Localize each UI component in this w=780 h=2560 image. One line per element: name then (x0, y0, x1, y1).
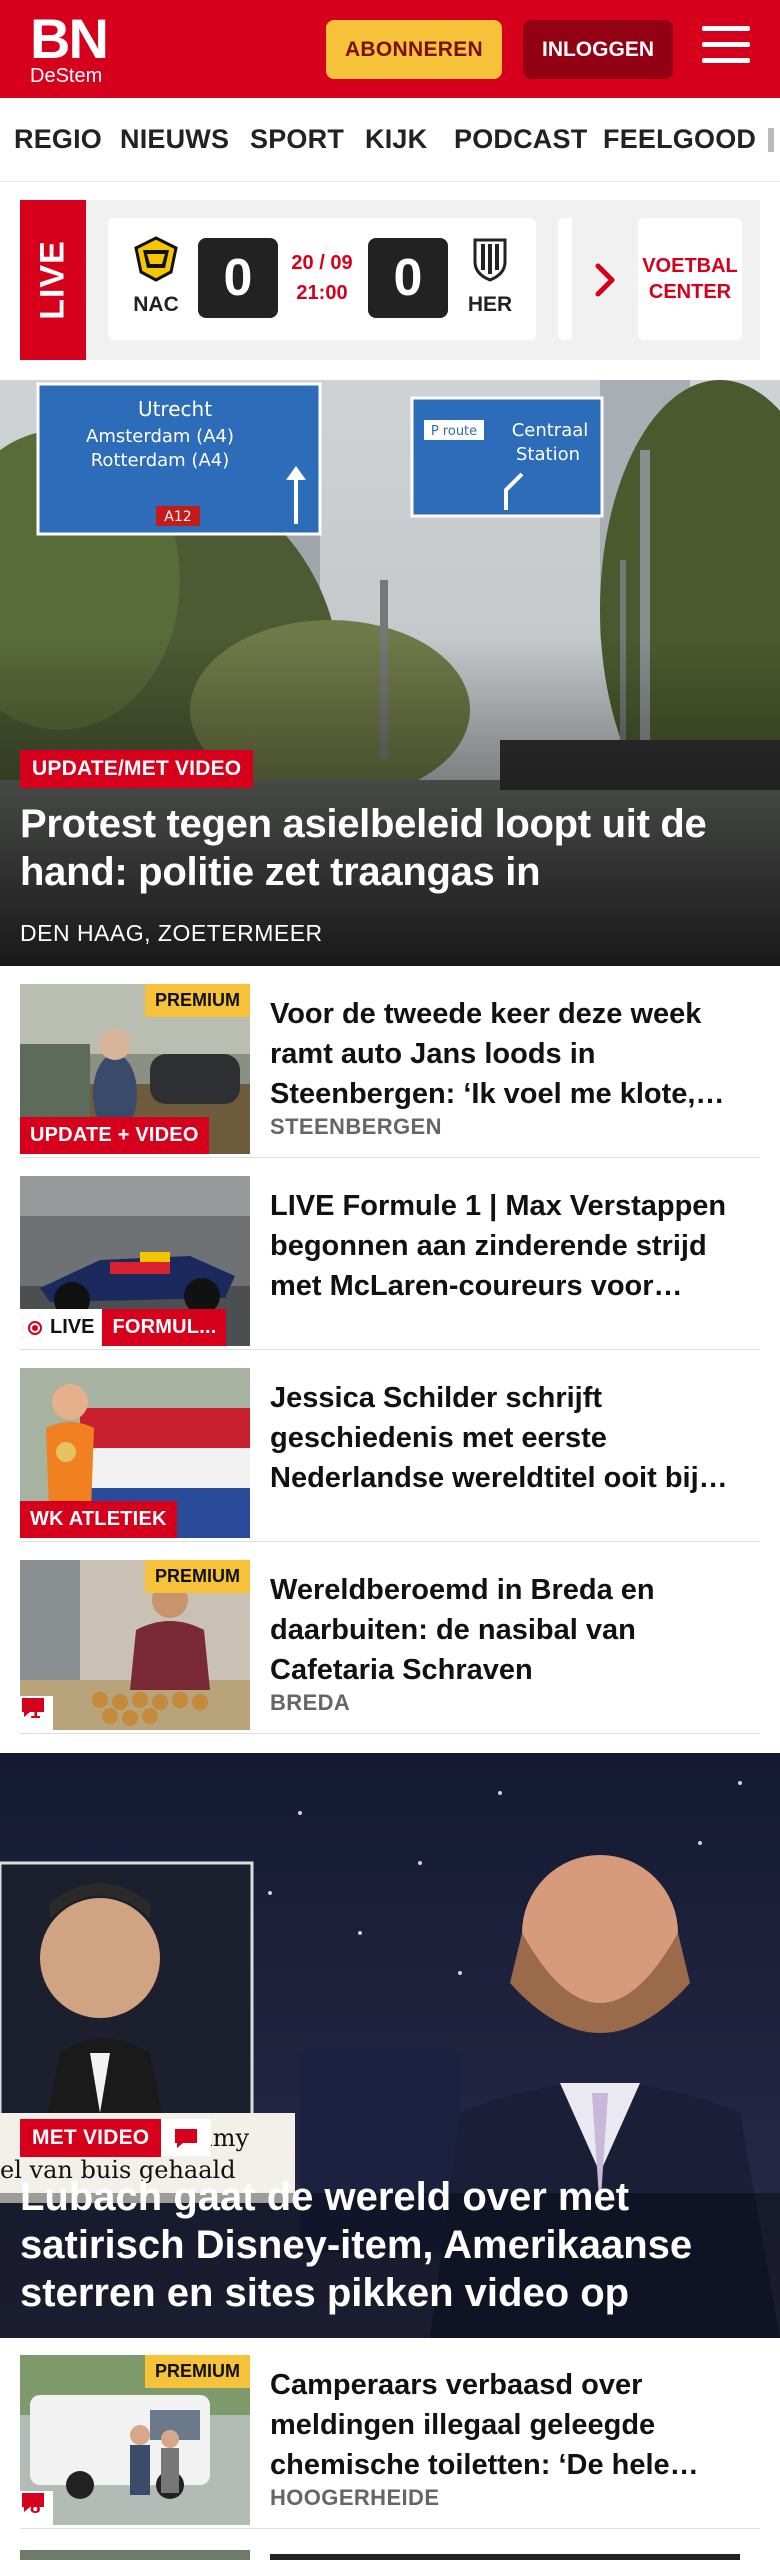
main-nav: REGIO NIEUWS SPORT KIJK PODCAST FEELGOOD (0, 100, 780, 182)
brand-logo[interactable]: BN DeStem (30, 7, 109, 87)
live-score-strip: LIVE NAC 0 20 / 09 21:00 0 HER VOETBAL C… (20, 200, 760, 360)
match-card[interactable]: NAC 0 20 / 09 21:00 0 HER (108, 218, 536, 340)
svg-text:Station: Station (516, 444, 580, 465)
premium-badge: PREMIUM (145, 1560, 250, 1593)
video-labels: MET VIDEO (20, 2119, 212, 2157)
premium-badge: PREMIUM (145, 2355, 250, 2388)
svg-text:Centraal: Centraal (512, 420, 589, 441)
voetbal-center-link[interactable]: VOETBAL CENTER (638, 218, 742, 340)
nav-item-sport[interactable]: SPORT (250, 124, 344, 155)
nav-item-regio[interactable]: REGIO (14, 124, 102, 155)
article-thumbnail (20, 2550, 250, 2560)
premium-badge: PREMIUM (145, 984, 250, 1017)
heracles-crest-icon (473, 238, 507, 282)
video-hero-article[interactable]: mmy el van buis gehaald MET VIDEO Lubach… (0, 1753, 780, 2338)
subscribe-button[interactable]: ABONNEREN (326, 20, 502, 79)
article-location: STEENBERGEN (270, 1114, 442, 1139)
nav-item-podcast[interactable]: PODCAST (454, 124, 587, 155)
hero-location: DEN HAAG, ZOETERMEER (20, 920, 323, 946)
article-label: WK ATLETIEK (20, 1501, 177, 1538)
article-location: BREDA (270, 1690, 351, 1715)
comment-badge[interactable] (161, 2119, 212, 2156)
chevron-right-icon[interactable] (592, 260, 618, 300)
svg-text:Amsterdam (A4): Amsterdam (A4) (86, 426, 234, 447)
article-label: LIVE FORMUL... (20, 1309, 227, 1346)
menu-icon[interactable] (702, 26, 750, 70)
list-item[interactable]: LIVE FORMUL... LIVE Formule 1 | Max Vers… (20, 1176, 760, 1350)
video-hero-title[interactable]: Lubach gaat de wereld over met satirisch… (20, 2173, 760, 2317)
article-thumbnail: PREMIUM 1 (20, 1560, 250, 1730)
site-header: BN DeStem ABONNEREN INLOGGEN (0, 0, 780, 98)
svg-text:Utrecht: Utrecht (138, 397, 212, 421)
list-item[interactable]: PREMIUM UPDATE + VIDEO Voor de tweede ke… (20, 984, 760, 1158)
article-thumbnail: LIVE FORMUL... (20, 1176, 250, 1346)
list-item[interactable]: PREMIUM 8 Camperaars verbaasd over meldi… (20, 2355, 760, 2529)
nav-item-kijk[interactable]: KIJK (365, 124, 427, 155)
article-title[interactable]: Wereldberoemd in Breda en daarbuiten: de… (270, 1570, 760, 1690)
article-label: UPDATE + VIDEO (20, 1117, 209, 1154)
login-button[interactable]: INLOGGEN (523, 20, 673, 79)
brand-subname: DeStem (30, 65, 103, 87)
svg-text:P route: P route (431, 424, 477, 439)
nav-item-feelgood[interactable]: FEELGOOD (603, 124, 756, 155)
comment-icon (22, 2493, 44, 2512)
home-score: 0 (198, 238, 278, 318)
nac-crest-icon (134, 236, 178, 282)
article-thumbnail: PREMIUM UPDATE + VIDEO (20, 984, 250, 1154)
article-title[interactable] (270, 2554, 740, 2560)
list-item[interactable]: WK ATLETIEK Jessica Schilder schrijft ge… (20, 1368, 760, 1542)
article-title[interactable]: Jessica Schilder schrijft geschiedenis m… (270, 1378, 760, 1498)
article-title[interactable]: Camperaars verbaasd over meldingen illeg… (270, 2365, 760, 2485)
article-title[interactable]: Voor de tweede keer deze week ramt auto … (270, 994, 760, 1114)
away-score: 0 (368, 238, 448, 318)
live-indicator: LIVE (20, 1309, 103, 1346)
hero-label: UPDATE/MET VIDEO (20, 750, 254, 788)
article-thumbnail: PREMIUM 8 (20, 2355, 250, 2525)
comment-icon (175, 2128, 198, 2148)
list-item-partial[interactable] (20, 2550, 760, 2560)
hero-title[interactable]: Protest tegen asielbeleid loopt uit de h… (20, 800, 760, 896)
brand-name: BN (30, 7, 109, 70)
article-location: HOOGERHEIDE (270, 2485, 440, 2510)
home-team: NAC (126, 236, 186, 317)
hero-article[interactable]: Utrecht Amsterdam (A4) Rotterdam (A4) A1… (0, 380, 780, 966)
video-label: MET VIDEO (20, 2119, 162, 2157)
article-thumbnail: WK ATLETIEK (20, 1368, 250, 1538)
svg-text:Rotterdam (A4): Rotterdam (A4) (91, 450, 230, 471)
away-team: HER (460, 236, 520, 317)
match-datetime: 20 / 09 21:00 (291, 252, 353, 304)
list-item[interactable]: PREMIUM 1 Wereldberoemd in Breda en daar… (20, 1560, 760, 1734)
comment-icon (22, 1698, 44, 1717)
nav-overflow-hint (768, 128, 774, 152)
article-title[interactable]: LIVE Formule 1 | Max Verstappen begonnen… (270, 1186, 760, 1306)
live-tag: LIVE (20, 200, 86, 360)
svg-text:A12: A12 (164, 509, 191, 525)
live-dot-icon (28, 1320, 42, 1335)
nav-item-nieuws[interactable]: NIEUWS (120, 124, 229, 155)
comment-count[interactable]: 1 (20, 1696, 53, 1730)
comment-count[interactable]: 8 (20, 2491, 53, 2525)
next-match-card[interactable] (558, 218, 572, 340)
